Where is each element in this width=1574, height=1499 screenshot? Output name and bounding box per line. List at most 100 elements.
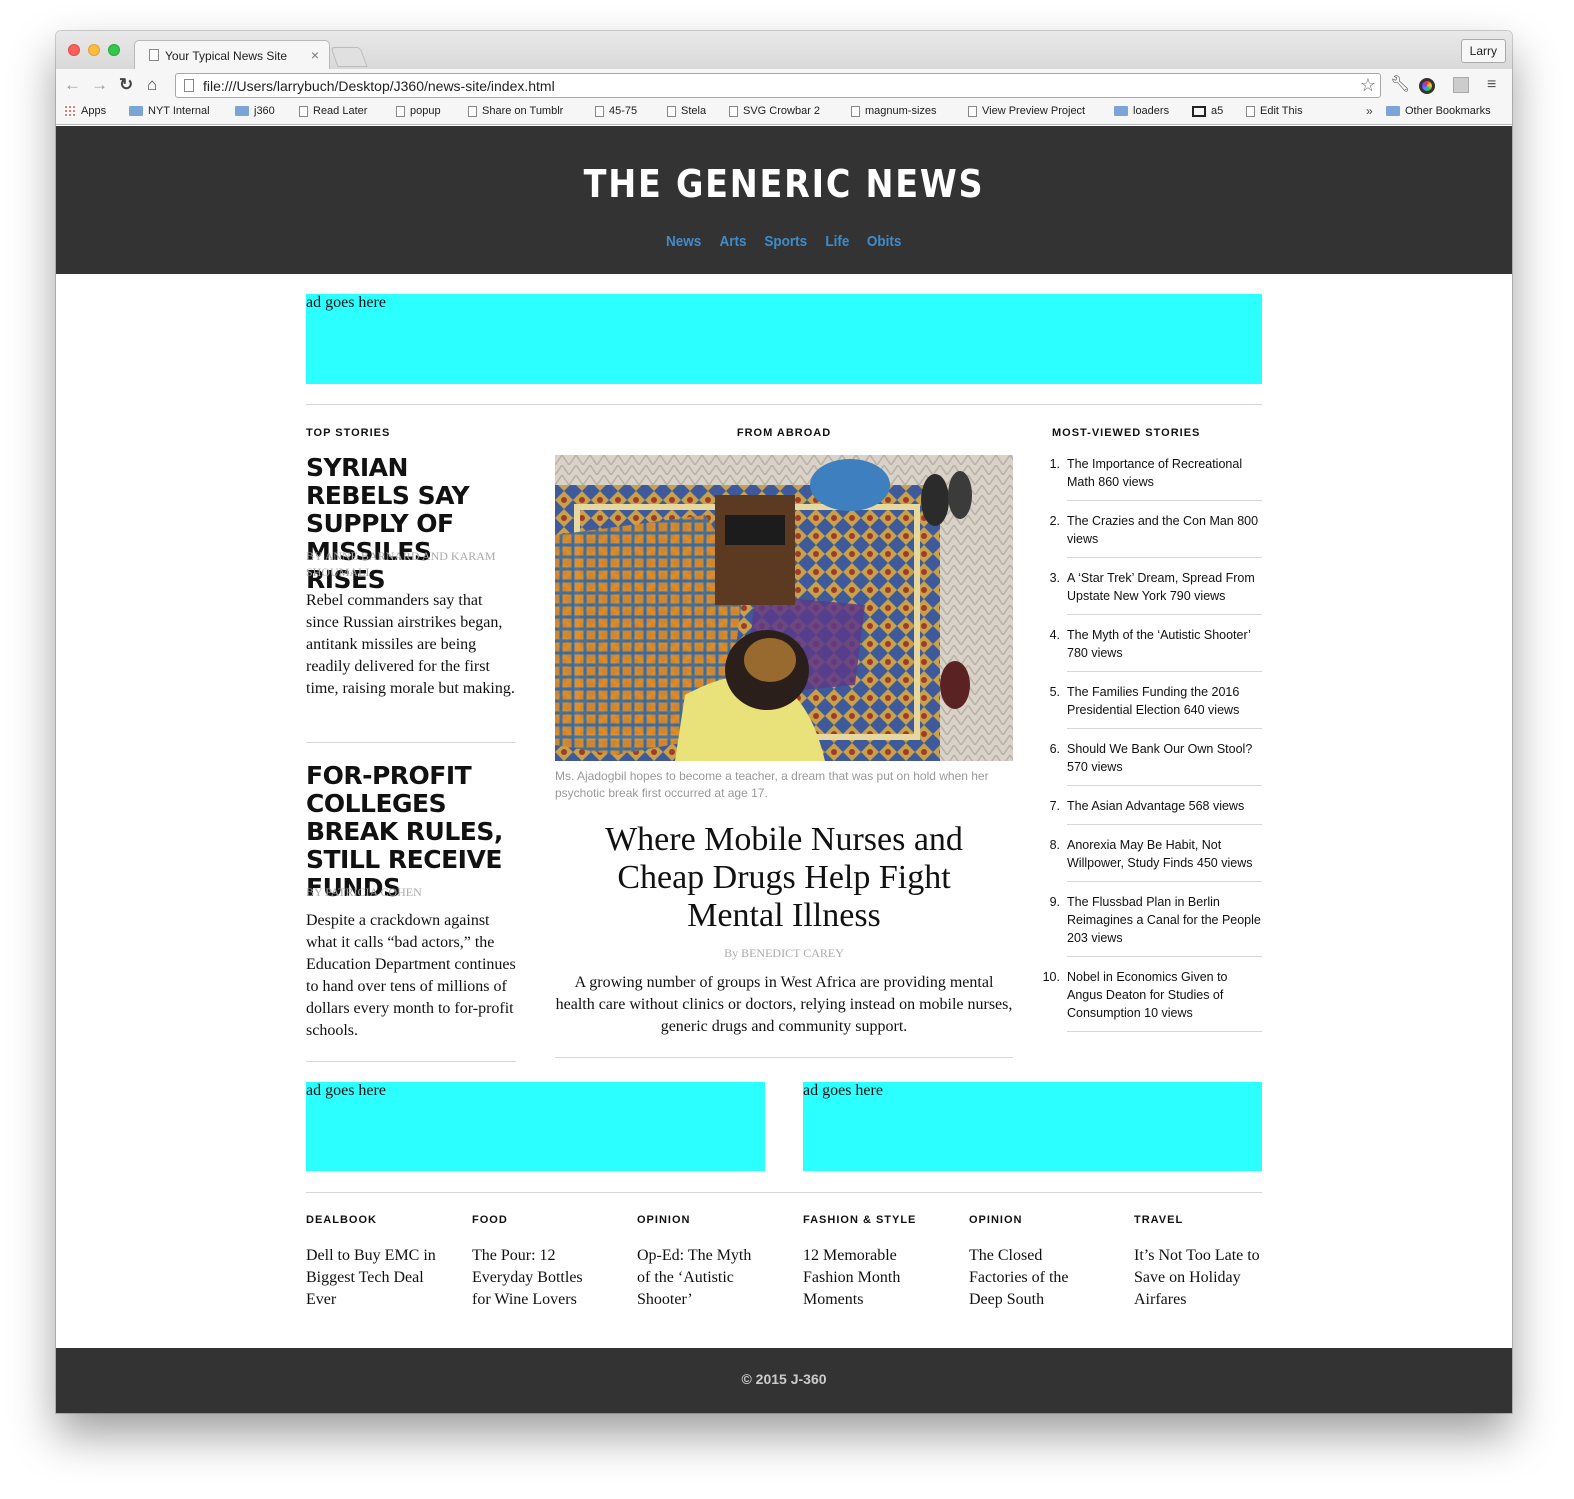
item-number: 6. [1049,742,1060,756]
item-title[interactable]: Nobel in Economics Given to Angus Deaton… [1067,970,1228,1020]
bookmark-item[interactable]: Edit This [1246,105,1303,117]
nav-link-life[interactable]: Life [826,233,850,250]
most-viewed-item[interactable]: 4. The Myth of the ‘Autistic Shooter’ 780… [1040,624,1262,672]
section-label[interactable]: TRAVEL [1134,1214,1264,1226]
bookmarks-overflow-button[interactable]: » [1366,104,1373,118]
bookmark-apps[interactable]: Apps [64,105,106,117]
back-arrow-icon[interactable]: ← [64,75,81,95]
item-title[interactable]: The Flussbad Plan in Berlin Reimagines a… [1067,895,1261,945]
page-icon [299,105,308,117]
story-headline[interactable]: FOR-PROFIT COLLEGES BREAK RULES, STILL R… [306,762,516,902]
most-viewed-list: 1. The Importance of Recreational Math 86… [1040,453,1262,1041]
bookmark-item[interactable]: magnum-sizes [851,105,937,117]
item-number: 9. [1049,895,1060,909]
menu-icon[interactable]: ≡ [1487,75,1496,95]
page-icon [968,105,977,117]
item-title[interactable]: The Families Funding the 2016 Presidenti… [1067,685,1239,717]
section-label[interactable]: OPINION [637,1214,767,1226]
section-story-title[interactable]: The Closed Factories of the Deep South [969,1245,1099,1311]
bookmark-item[interactable]: SVG Crowbar 2 [729,105,820,117]
browser-window: Your Typical News Site × Larry ← → ↻ ⌂ f… [56,31,1512,1413]
feature-photo[interactable] [555,455,1013,761]
page-icon [729,105,738,117]
most-viewed-item[interactable]: 7. The Asian Advantage 568 views [1040,795,1262,825]
story-summary: Despite a crackdown against what it call… [306,912,516,1039]
home-icon[interactable]: ⌂ [147,75,157,95]
nav-link-sports[interactable]: Sports [765,233,808,250]
section-label[interactable]: FOOD [472,1214,602,1226]
section-story-title[interactable]: 12 Memorable Fashion Month Moments [803,1245,933,1311]
section-story-title[interactable]: Op-Ed: The Myth of the ‘Autistic Shooter… [637,1245,767,1311]
divider [306,1061,516,1062]
most-viewed-item[interactable]: 10. Nobel in Economics Given to Angus Dea… [1040,966,1262,1032]
bookmark-folder[interactable]: j360 [235,105,275,117]
feature-headline[interactable]: Where Mobile Nurses and Cheap Drugs Help… [601,821,967,935]
most-viewed-item[interactable]: 3. A ‘Star Trek’ Dream, Spread From Upsta… [1040,567,1262,615]
bookmark-folder[interactable]: NYT Internal [129,105,210,117]
section-story-title[interactable]: Dell to Buy EMC in Biggest Tech Deal Eve… [306,1245,436,1311]
bookmark-folder[interactable]: loaders [1114,105,1169,117]
most-viewed-item[interactable]: 2. The Crazies and the Con Man 800 views [1040,510,1262,558]
tab-close-icon[interactable]: × [311,47,319,63]
nav-link-arts[interactable]: Arts [719,233,746,250]
nav-link-obits[interactable]: Obits [867,233,902,250]
other-bookmarks-folder[interactable]: Other Bookmarks [1386,105,1491,117]
bookmark-item[interactable]: Share on Tumblr [468,105,563,117]
reload-icon[interactable]: ↻ [119,75,133,95]
most-viewed-item[interactable]: 1. The Importance of Recreational Math 86… [1040,453,1262,501]
window-maximize-button[interactable] [108,44,120,56]
forward-arrow-icon[interactable]: → [91,75,108,95]
profile-button[interactable]: Larry [1460,39,1506,63]
apps-grid-icon [64,105,76,117]
item-title[interactable]: The Myth of the ‘Autistic Shooter’ 780 v… [1067,628,1250,660]
bookmark-star-icon[interactable]: ☆ [1360,75,1376,96]
window-minimize-button[interactable] [88,44,100,56]
story-byline: By PATRICIA COHEN [306,885,422,899]
url-text[interactable]: file:///Users/larrybuch/Desktop/J360/new… [203,78,555,94]
item-number: 5. [1049,685,1060,699]
folder-icon [1114,106,1128,116]
nav-link-news[interactable]: News [666,233,701,250]
item-title[interactable]: The Crazies and the Con Man 800 views [1067,514,1258,546]
bookmark-item[interactable]: Read Later [299,105,367,117]
web-page: THE GENERIC NEWS News Arts Sports Life O… [56,126,1512,1413]
section-label[interactable]: DEALBOOK [306,1214,436,1226]
color-picker-extension-icon[interactable] [1419,78,1435,94]
bookmark-item[interactable]: popup [396,105,441,117]
bookmark-item[interactable]: View Preview Project [968,105,1085,117]
ad-banner-right[interactable]: ad goes here [803,1082,1262,1171]
most-viewed-item[interactable]: 6. Should We Bank Our Own Stool? 570 view… [1040,738,1262,786]
wrench-icon[interactable]: 🔧︎ [1390,75,1410,95]
item-title[interactable]: The Asian Advantage 568 views [1067,799,1244,813]
bookmark-item[interactable]: Stela [667,105,706,117]
address-bar[interactable]: file:///Users/larrybuch/Desktop/J360/new… [175,73,1381,98]
site-title[interactable]: THE GENERIC NEWS [143,162,1424,206]
extension-icon[interactable] [1453,77,1469,93]
ad-banner-left[interactable]: ad goes here [306,1082,765,1171]
most-viewed-item[interactable]: 9. The Flussbad Plan in Berlin Reimagines… [1040,891,1262,957]
site-header: THE GENERIC NEWS News Arts Sports Life O… [56,126,1512,274]
story-byline: By ANNE BARNARD and KARAM SHOUMALI [306,549,496,579]
most-viewed-label: MOST-VIEWED STORIES [1052,427,1201,439]
page-icon [851,105,860,117]
section-label[interactable]: FASHION & STYLE [803,1214,933,1226]
story-summary: Rebel commanders say that since Russian … [306,592,515,697]
bookmark-item[interactable]: 45-75 [595,105,637,117]
page-icon [184,79,194,92]
ad-banner-top[interactable]: ad goes here [306,294,1262,384]
item-title[interactable]: Should We Bank Our Own Stool? 570 views [1067,742,1252,774]
section-label[interactable]: OPINION [969,1214,1099,1226]
section-story-title[interactable]: It’s Not Too Late to Save on Holiday Air… [1134,1245,1264,1311]
section-story-title[interactable]: The Pour: 12 Everyday Bottles for Wine L… [472,1245,602,1311]
new-tab-button[interactable] [330,47,368,67]
page-icon [396,105,405,117]
item-title[interactable]: A ‘Star Trek’ Dream, Spread From Upstate… [1067,571,1255,603]
bookmark-item[interactable]: a5 [1192,105,1223,117]
item-number: 10. [1042,970,1060,984]
window-close-button[interactable] [68,44,80,56]
most-viewed-item[interactable]: 5. The Families Funding the 2016 Presiden… [1040,681,1262,729]
item-title[interactable]: The Importance of Recreational Math 860 … [1067,457,1242,489]
item-title[interactable]: Anorexia May Be Habit, Not Willpower, St… [1067,838,1253,870]
most-viewed-item[interactable]: 8. Anorexia May Be Habit, Not Willpower, … [1040,834,1262,882]
browser-tab[interactable]: Your Typical News Site × [134,40,330,69]
